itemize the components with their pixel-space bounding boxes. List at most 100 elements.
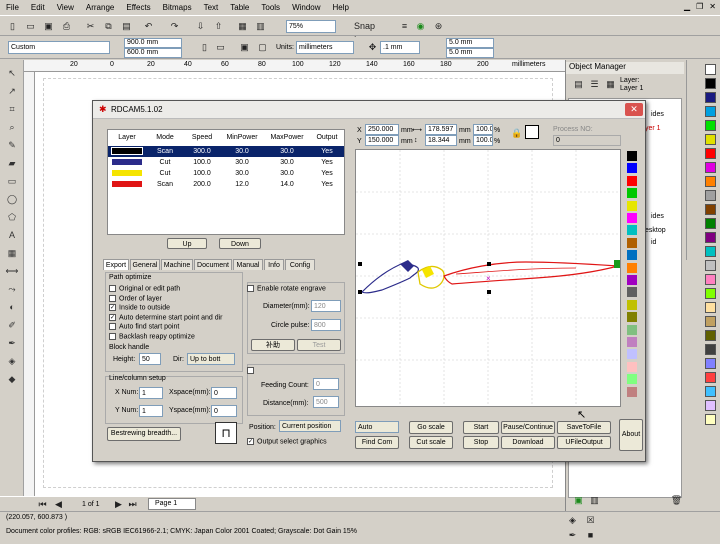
layer-color-swatch[interactable] xyxy=(627,250,637,261)
layer-row[interactable]: Cut 100.0 30.0 30.0 Yes xyxy=(108,168,344,179)
layer-color-swatch[interactable] xyxy=(627,299,637,310)
layer-manager-icon[interactable]: ▥ xyxy=(588,494,601,507)
last-page-icon[interactable]: ⏭ xyxy=(126,498,139,511)
width-field[interactable]: 178.597 xyxy=(425,124,457,135)
download-button[interactable]: Download xyxy=(501,436,555,449)
layer-down-button[interactable]: Down xyxy=(219,238,261,249)
object-list-icon[interactable]: ☰ xyxy=(588,78,601,91)
tab-config[interactable]: Config xyxy=(285,259,315,270)
menu-tools[interactable]: Tools xyxy=(255,0,286,16)
page-tab[interactable]: Page 1 xyxy=(148,498,196,510)
assist-button[interactable]: 补助 xyxy=(251,339,295,351)
layer-row[interactable]: Scan 300.0 30.0 30.0 Yes xyxy=(108,146,344,157)
layer-color-swatch[interactable] xyxy=(627,287,637,298)
dimension-tool-icon[interactable]: ⟷ xyxy=(5,264,19,278)
xspace-field[interactable]: 0 xyxy=(211,387,237,399)
start-button[interactable]: Start xyxy=(463,421,499,434)
go-icon[interactable]: ◉ xyxy=(414,20,427,33)
menu-edit[interactable]: Edit xyxy=(25,0,51,16)
palette-swatch[interactable] xyxy=(705,246,716,257)
find-com-button[interactable]: Find Com xyxy=(355,436,399,449)
duplicate-x-field[interactable]: 5.0 mm xyxy=(446,38,494,48)
block-height-field[interactable]: 50 xyxy=(139,353,161,365)
new-layer-icon[interactable]: ▣ xyxy=(572,494,585,507)
layer-color-swatch[interactable] xyxy=(627,151,637,161)
undo-icon[interactable]: ↶ xyxy=(142,20,155,33)
palette-swatch[interactable] xyxy=(705,386,716,397)
open-icon[interactable]: ▭ xyxy=(24,20,37,33)
palette-swatch[interactable] xyxy=(705,190,716,201)
options-icon[interactable]: ≡ xyxy=(398,20,411,33)
tab-general[interactable]: General xyxy=(130,259,160,270)
tab-machine[interactable]: Machine xyxy=(161,259,193,270)
circle-pulse-field[interactable]: 800 xyxy=(311,319,341,331)
welcome-icon[interactable]: ▥ xyxy=(254,20,267,33)
tree-item[interactable]: ides xyxy=(651,213,664,220)
palette-swatch[interactable] xyxy=(705,274,716,285)
height-field[interactable]: 18.344 xyxy=(425,135,457,146)
palette-swatch[interactable] xyxy=(705,106,716,117)
menu-help[interactable]: Help xyxy=(327,0,355,16)
prev-page-icon[interactable]: ◀ xyxy=(52,498,65,511)
tree-item[interactable]: id xyxy=(651,239,656,246)
path-option-checkbox[interactable]: Backlash reapy optimize xyxy=(109,332,195,340)
layer-color-swatch[interactable] xyxy=(627,275,637,285)
layer-color-swatch[interactable] xyxy=(627,386,637,397)
checkbox-icon[interactable]: ✓ xyxy=(109,313,116,321)
layer-color-swatch[interactable] xyxy=(627,324,637,335)
path-option-checkbox[interactable]: ✓ Inside to outside xyxy=(109,304,170,311)
layer-color-swatch[interactable] xyxy=(627,163,637,174)
feeding-count-field[interactable]: 0 xyxy=(313,378,339,390)
table-tool-icon[interactable]: ▦ xyxy=(5,246,19,260)
print-icon[interactable]: ⎙ xyxy=(60,20,73,33)
paste-icon[interactable]: ▤ xyxy=(120,20,133,33)
blend-tool-icon[interactable]: ◐ xyxy=(5,300,19,314)
palette-swatch[interactable] xyxy=(705,176,716,187)
go-scale-button[interactable]: Go scale xyxy=(409,421,453,434)
distance-field[interactable]: 500 xyxy=(313,396,339,408)
layer-color-swatch[interactable] xyxy=(627,225,637,236)
page-width-field[interactable]: 900.0 mm xyxy=(124,38,182,48)
minimize-icon[interactable]: ▁ xyxy=(684,2,690,11)
crop-tool-icon[interactable]: ⌗ xyxy=(5,102,19,116)
menu-view[interactable]: View xyxy=(51,0,80,16)
no-fill-icon[interactable]: ☒ xyxy=(584,514,597,527)
path-option-checkbox[interactable]: Order of layer xyxy=(109,294,162,302)
page-size-select[interactable]: Custom xyxy=(8,41,110,54)
layer-color-swatch[interactable] xyxy=(627,349,637,360)
palette-swatch[interactable] xyxy=(705,358,716,369)
layer-view-icon[interactable]: ▦ xyxy=(604,78,617,91)
palette-swatch[interactable] xyxy=(705,64,716,75)
layer-color-swatch[interactable] xyxy=(627,312,637,323)
checkbox-icon[interactable] xyxy=(109,323,116,330)
menu-table[interactable]: Table xyxy=(224,0,255,16)
palette-swatch[interactable] xyxy=(705,330,716,341)
palette-swatch[interactable] xyxy=(705,232,716,243)
layer-color-swatch[interactable] xyxy=(627,213,637,223)
object-properties-icon[interactable]: ▤ xyxy=(572,78,585,91)
layer-color-swatch[interactable] xyxy=(627,361,637,372)
copy-icon[interactable]: ⧉ xyxy=(102,20,115,33)
units-select[interactable]: millimeters xyxy=(296,41,354,54)
stop-button[interactable]: Stop xyxy=(463,436,499,449)
tree-item[interactable]: yer 1 xyxy=(645,125,661,132)
save-to-file-button[interactable]: SaveToFile xyxy=(557,421,611,434)
delete-icon[interactable]: 🗑 xyxy=(670,494,683,507)
layer-color-swatch[interactable] xyxy=(627,262,637,273)
rectangle-tool-icon[interactable]: ▭ xyxy=(5,174,19,188)
outline-color-icon[interactable]: ■ xyxy=(584,529,597,542)
layer-color-swatch[interactable] xyxy=(627,374,637,385)
import-icon[interactable]: ⇩ xyxy=(194,20,207,33)
palette-swatch[interactable] xyxy=(705,400,716,411)
palette-swatch[interactable] xyxy=(705,288,716,299)
checkbox-icon[interactable] xyxy=(109,285,116,292)
palette-swatch[interactable] xyxy=(705,414,716,425)
menu-bitmaps[interactable]: Bitmaps xyxy=(157,0,198,16)
palette-swatch[interactable] xyxy=(705,134,716,145)
palette-swatch[interactable] xyxy=(705,260,716,271)
nudge-field[interactable]: .1 mm xyxy=(380,41,420,54)
pick-tool-icon[interactable]: ↖ xyxy=(5,66,19,80)
x-field[interactable]: 250.000 xyxy=(365,124,399,135)
cut-icon[interactable]: ✂ xyxy=(84,20,97,33)
scale-x-field[interactable]: 100.0 xyxy=(473,124,493,135)
